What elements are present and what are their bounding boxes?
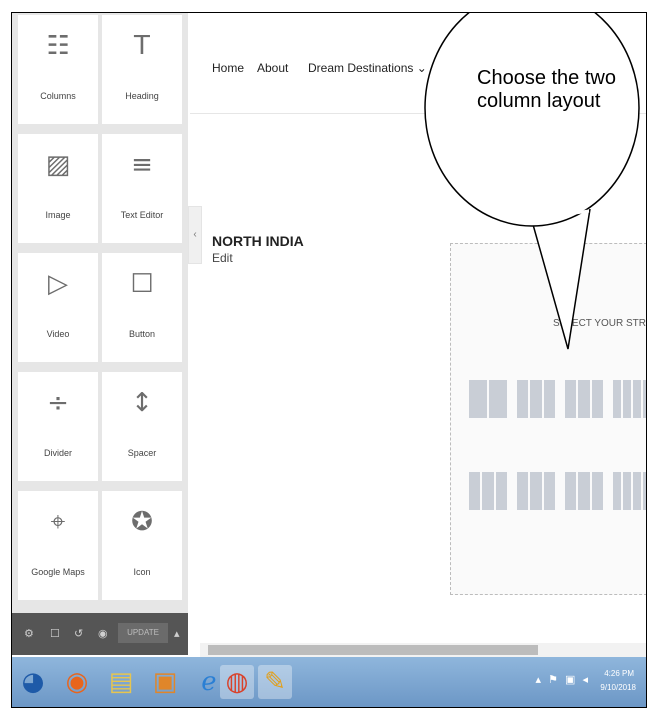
callout-text: Choose the two column layout: [477, 67, 616, 112]
callout-bubble: [424, 13, 640, 350]
screenshot-frame: ☷ Columns T Heading ▨ Image ≡ Text Edito…: [11, 12, 647, 708]
